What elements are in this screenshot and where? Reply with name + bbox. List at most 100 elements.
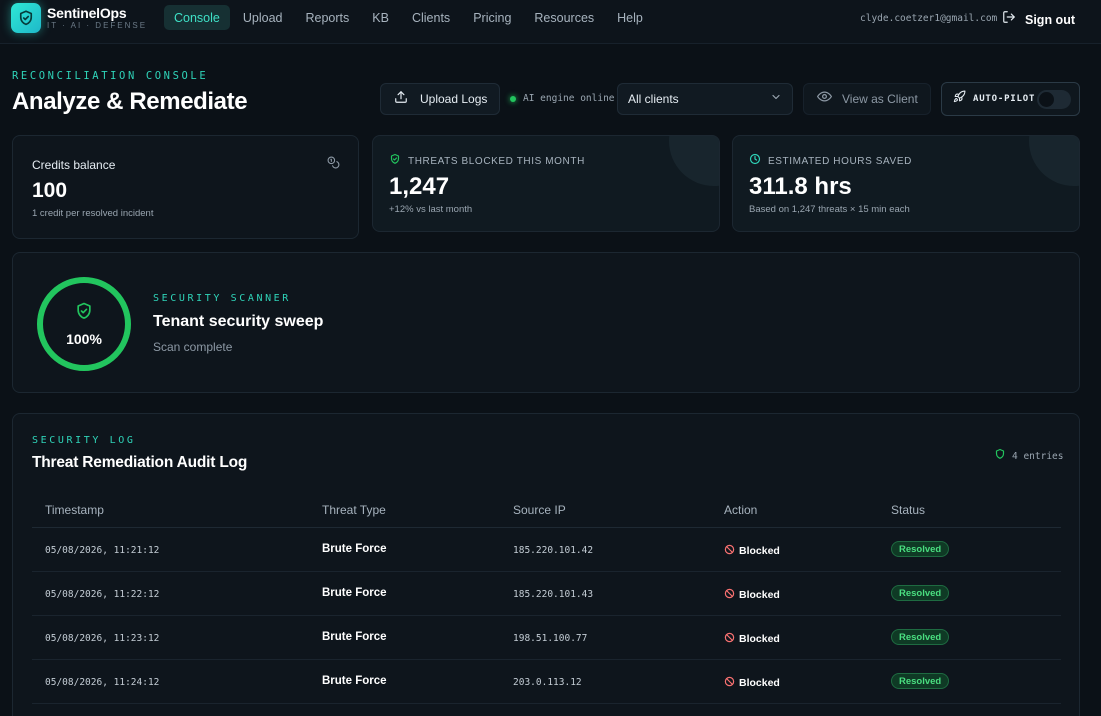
- nav-console[interactable]: Console: [164, 5, 230, 30]
- nav-reports[interactable]: Reports: [296, 5, 360, 30]
- column-header-threat-type[interactable]: Threat Type: [322, 503, 386, 517]
- upload-logs-label: Upload Logs: [420, 92, 488, 106]
- log-entry-count: 4 entries: [994, 447, 1063, 465]
- status-badge: Resolved: [891, 585, 950, 601]
- column-header-status[interactable]: Status: [891, 503, 925, 517]
- scanner-eyebrow: SECURITY SCANNER: [153, 293, 291, 304]
- threats-card: THREATS BLOCKED THIS MONTH 1,247 +12% vs…: [372, 135, 720, 232]
- coins-icon[interactable]: [327, 156, 340, 174]
- threats-note: +12% vs last month: [389, 204, 473, 215]
- scanner-status: Scan complete: [153, 340, 233, 354]
- table-row[interactable]: 05/08/2026, 11:24:12 Brute Force 203.0.1…: [32, 660, 1061, 704]
- row-threat-type: Brute Force: [322, 587, 387, 599]
- threats-label: THREATS BLOCKED THIS MONTH: [408, 155, 585, 167]
- hours-value: 311.8 hrs: [749, 173, 852, 200]
- row-timestamp: 05/08/2026, 11:21:12: [45, 545, 160, 556]
- nav-clients[interactable]: Clients: [402, 5, 460, 30]
- row-threat-type: Brute Force: [322, 543, 387, 555]
- row-action: Blocked: [724, 586, 780, 604]
- row-threat-type: Brute Force: [322, 675, 387, 687]
- nav-kb[interactable]: KB: [362, 5, 399, 30]
- scanner-title: Tenant security sweep: [153, 313, 324, 330]
- card-glow: [669, 136, 719, 186]
- hours-note: Based on 1,247 threats × 15 min each: [749, 204, 910, 215]
- brand-tagline: IT · AI · DEFENSE: [47, 21, 148, 30]
- nav-resources[interactable]: Resources: [524, 5, 604, 30]
- audit-log-table: Timestamp Threat Type Source IP Action S…: [32, 494, 1061, 704]
- credits-label: Credits balance: [32, 158, 116, 172]
- sign-out-button[interactable]: Sign out: [1002, 10, 1075, 29]
- upload-logs-button[interactable]: Upload Logs: [380, 83, 500, 115]
- table-row[interactable]: 05/08/2026, 11:21:12 Brute Force 185.220…: [32, 528, 1061, 572]
- row-threat-type: Brute Force: [322, 631, 387, 643]
- scan-progress-label: 100%: [66, 331, 102, 347]
- row-timestamp: 05/08/2026, 11:23:12: [45, 633, 160, 644]
- column-header-action[interactable]: Action: [724, 503, 757, 517]
- top-navbar: SentinelOps IT · AI · DEFENSE Console Up…: [0, 0, 1101, 44]
- status-dot: [510, 95, 516, 102]
- engine-status: AI engine online: [510, 93, 615, 104]
- status-badge: Resolved: [891, 629, 950, 645]
- column-header-timestamp[interactable]: Timestamp: [45, 503, 104, 517]
- switch-knob: [1039, 92, 1054, 107]
- hours-label: ESTIMATED HOURS SAVED: [768, 155, 912, 167]
- client-select-value: All clients: [628, 92, 679, 106]
- nav-upload[interactable]: Upload: [233, 5, 293, 30]
- nav-help[interactable]: Help: [607, 5, 653, 30]
- row-timestamp: 05/08/2026, 11:24:12: [45, 677, 160, 688]
- main-nav: Console Upload Reports KB Clients Pricin…: [164, 5, 656, 30]
- security-scanner-card: 100% SECURITY SCANNER Tenant security sw…: [12, 252, 1080, 393]
- table-header: Timestamp Threat Type Source IP Action S…: [32, 494, 1061, 528]
- credits-value: 100: [32, 179, 68, 202]
- shield-check-icon: [389, 152, 401, 170]
- ban-icon: [724, 674, 735, 692]
- row-source-ip: 185.220.101.42: [513, 545, 594, 556]
- rocket-icon: [953, 90, 966, 108]
- client-select[interactable]: All clients: [617, 83, 793, 115]
- autopilot-toggle[interactable]: AUTO-PILOT: [941, 82, 1080, 116]
- row-action: Blocked: [724, 542, 780, 560]
- audit-log-card: SECURITY LOG Threat Remediation Audit Lo…: [12, 413, 1080, 716]
- status-badge: Resolved: [891, 673, 950, 689]
- view-as-client-label: View as Client: [842, 92, 918, 106]
- brand[interactable]: SentinelOps IT · AI · DEFENSE: [11, 3, 147, 33]
- engine-status-label: AI engine online: [523, 93, 615, 104]
- log-count-label: 4 entries: [1012, 450, 1064, 462]
- page-title: Analyze & Remediate: [12, 88, 248, 115]
- ban-icon: [724, 542, 735, 560]
- eye-icon: [817, 89, 832, 109]
- log-title: Threat Remediation Audit Log: [32, 454, 248, 471]
- user-email: clyde.coetzer1@gmail.com: [860, 13, 998, 24]
- row-action-label: Blocked: [739, 589, 780, 601]
- page-eyebrow: RECONCILIATION CONSOLE: [12, 70, 209, 82]
- row-source-ip: 203.0.113.12: [513, 677, 582, 688]
- row-source-ip: 185.220.101.43: [513, 589, 594, 600]
- threats-value: 1,247: [389, 173, 450, 200]
- view-as-client-button[interactable]: View as Client: [803, 83, 931, 115]
- hours-card: ESTIMATED HOURS SAVED 311.8 hrs Based on…: [732, 135, 1080, 232]
- chevron-down-icon: [770, 90, 782, 108]
- shield-icon: [994, 447, 1006, 465]
- nav-pricing[interactable]: Pricing: [463, 5, 521, 30]
- row-action-label: Blocked: [739, 677, 780, 689]
- autopilot-label: AUTO-PILOT: [973, 94, 1036, 104]
- column-header-source-ip[interactable]: Source IP: [513, 503, 566, 517]
- table-row[interactable]: 05/08/2026, 11:23:12 Brute Force 198.51.…: [32, 616, 1061, 660]
- status-badge: Resolved: [891, 541, 950, 557]
- brand-name: SentinelOps: [47, 5, 127, 21]
- ban-icon: [724, 586, 735, 604]
- row-action-label: Blocked: [739, 633, 780, 645]
- row-timestamp: 05/08/2026, 11:22:12: [45, 589, 160, 600]
- credits-card: Credits balance 100 1 credit per resolve…: [12, 135, 359, 239]
- row-action-label: Blocked: [739, 545, 780, 557]
- ban-icon: [724, 630, 735, 648]
- table-row[interactable]: 05/08/2026, 11:22:12 Brute Force 185.220…: [32, 572, 1061, 616]
- shield-icon: [11, 3, 41, 33]
- row-action: Blocked: [724, 630, 780, 648]
- shield-check-icon: [74, 301, 94, 326]
- credits-note: 1 credit per resolved incident: [32, 208, 154, 219]
- upload-icon: [394, 90, 408, 109]
- scan-progress-ring: 100%: [35, 275, 133, 373]
- autopilot-switch[interactable]: [1037, 90, 1071, 109]
- card-glow: [1029, 136, 1079, 186]
